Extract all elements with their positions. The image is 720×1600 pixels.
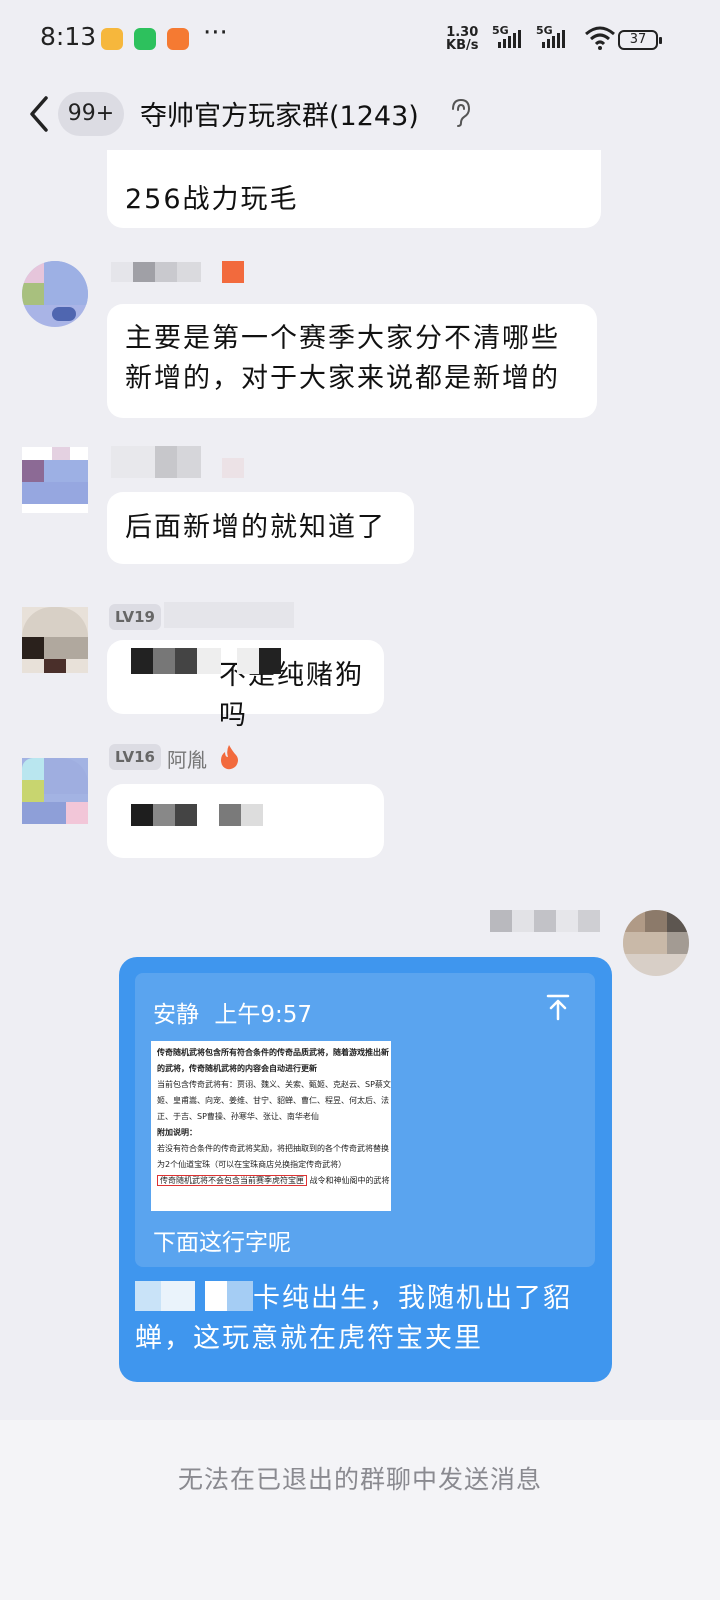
- my-message-bubble[interactable]: 安静 上午9:57 传奇随机武将包含所有符合条件的传奇品质武将，随着游戏推出新 …: [119, 957, 612, 1382]
- fire-badge-icon: [221, 745, 238, 770]
- message-bubble[interactable]: 不是纯赌狗吗: [107, 640, 384, 731]
- message-text: 256战力玩毛: [125, 184, 299, 215]
- quote-author: 安静: [153, 1002, 199, 1028]
- jump-to-original-icon[interactable]: [545, 993, 571, 1021]
- level-badge: LV19: [109, 604, 161, 630]
- level-badge: LV16: [109, 744, 161, 770]
- censored-text: [219, 804, 263, 826]
- quote-time: 上午9:57: [214, 1002, 312, 1028]
- censored-nickname: [490, 910, 600, 932]
- status-time: 8:13: [40, 22, 97, 51]
- quote-caption: 下面这行字呢: [153, 1230, 291, 1256]
- input-area: 无法在已退出的群聊中发送消息: [0, 1420, 720, 1600]
- chat-header: 99+ 夺帅官方玩家群(1243): [0, 80, 720, 150]
- censored-nickname: [111, 262, 201, 282]
- message-bubble[interactable]: 后面新增的就知道了: [107, 492, 414, 564]
- avatar[interactable]: [22, 607, 88, 673]
- censored-badge: [222, 458, 244, 478]
- app-notification-icon: [167, 28, 189, 50]
- ear-mode-icon: [452, 98, 471, 127]
- fire-badge-icon: [222, 261, 244, 283]
- quoted-screenshot[interactable]: 传奇随机武将包含所有符合条件的传奇品质武将，随着游戏推出新 的武将，传奇随机武将…: [151, 1041, 391, 1211]
- message-text: 后面新增的就知道了: [125, 512, 386, 543]
- avatar[interactable]: [22, 261, 88, 327]
- back-arrow-icon[interactable]: [24, 94, 54, 134]
- svg-text:5G: 5G: [492, 24, 509, 37]
- signal-icon-sim1: 5G: [492, 24, 521, 48]
- censored-text: [237, 648, 281, 674]
- my-message-text: 卡纯出生，我随机出了貂蝉，这玩意就在虎符宝夹里: [135, 1281, 572, 1354]
- avatar[interactable]: [22, 447, 88, 513]
- wifi-icon: [585, 26, 615, 50]
- quoted-message[interactable]: 安静 上午9:57 传奇随机武将包含所有符合条件的传奇品质武将，随着游戏推出新 …: [135, 973, 595, 1267]
- message-text: 主要是第一个赛季大家分不清哪些新增的，对于大家来说都是新增的: [125, 323, 560, 394]
- network-speed: 1.30 KB/s: [446, 25, 479, 53]
- signal-icon-sim2: 5G: [536, 24, 565, 48]
- status-bar: 8:13 ··· 1.30 KB/s 5G 5G 37: [0, 0, 720, 80]
- censored-nickname: [111, 446, 201, 478]
- message-bubble[interactable]: 256战力玩毛: [107, 150, 601, 228]
- svg-text:5G: 5G: [536, 24, 553, 37]
- message-app-icon: [101, 28, 123, 50]
- exited-group-notice: 无法在已退出的群聊中发送消息: [177, 1465, 542, 1494]
- censored-text: [131, 804, 221, 826]
- battery-icon: 37: [618, 30, 662, 50]
- wechat-icon: [134, 28, 156, 50]
- avatar[interactable]: [22, 758, 88, 824]
- my-avatar[interactable]: [623, 910, 689, 976]
- more-notifications-icon: ···: [203, 18, 228, 48]
- message-bubble[interactable]: [107, 784, 384, 858]
- message-bubble[interactable]: 主要是第一个赛季大家分不清哪些新增的，对于大家来说都是新增的: [107, 304, 597, 418]
- sender-nickname: 阿胤: [167, 748, 207, 772]
- quote-header: 安静 上午9:57: [153, 995, 312, 1029]
- message-list[interactable]: 256战力玩毛 主要是第一个赛季大家分不清哪些新增的，对于大家来说都是新增的 后…: [0, 150, 720, 1420]
- group-title[interactable]: 夺帅官方玩家群(1243): [140, 94, 419, 133]
- censored-text: [135, 1281, 253, 1311]
- unread-count-badge[interactable]: 99+: [58, 92, 124, 136]
- censored-nickname: [164, 602, 294, 628]
- censored-text: [131, 648, 221, 674]
